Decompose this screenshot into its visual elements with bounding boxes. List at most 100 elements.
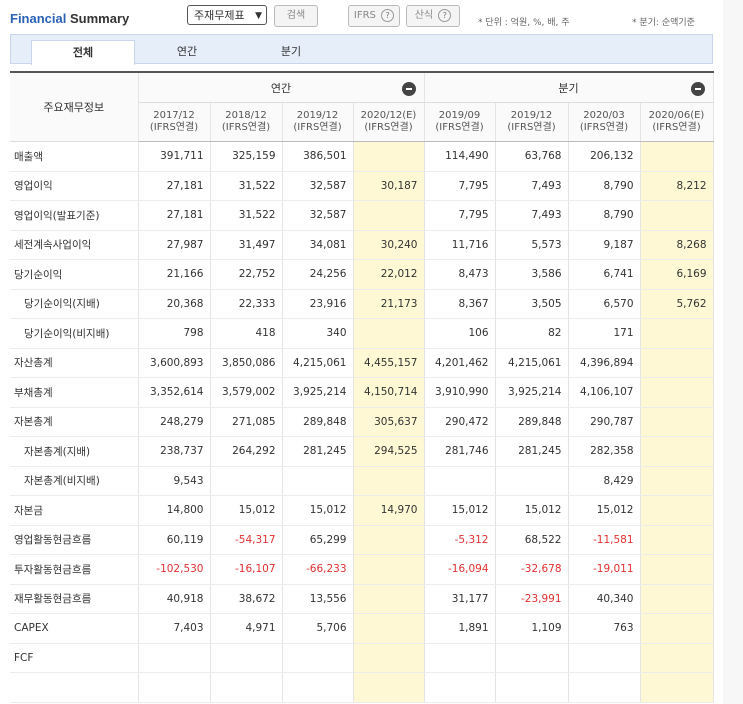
value-cell: 3,352,614 [138,377,211,408]
value-cell: 31,522 [210,171,283,201]
period-header-cell: 2020/03 (IFRS연결) [568,102,641,142]
value-cell [353,672,425,703]
value-cell: 8,429 [568,466,641,496]
value-cell: 7,795 [424,171,496,201]
value-cell: 206,132 [568,141,641,172]
value-cell: 4,201,462 [424,348,496,378]
value-cell: 15,012 [210,495,283,526]
value-cell: 325,159 [210,141,283,172]
statement-select-value: 주재무제표 [194,9,245,22]
table-row: 투자활동현금흐름 -102,530 -16,107 -66,233 -16,094 -32… [10,554,714,585]
table-row: 자본총계(지배) 238,737 264,292 281,245 294,525 281,… [10,436,714,467]
value-cell: -5,312 [424,525,496,555]
period-label: 2019/12 [510,110,553,121]
formula-help-button[interactable]: 산식 ? [406,5,460,27]
value-cell [640,495,714,526]
help-icon: ? [381,9,395,22]
row-label: 자본총계(지배) [10,436,139,467]
value-cell: 238,737 [138,436,211,467]
value-cell [495,643,569,673]
collapse-quarter-icon[interactable] [690,82,705,96]
row-label: 영업활동현금흐름 [10,525,139,555]
value-cell: 5,706 [282,613,354,644]
value-cell: 340 [282,318,354,349]
value-cell: 4,455,157 [353,348,425,378]
search-button[interactable]: 검색 [274,5,318,27]
value-cell: 15,012 [495,495,569,526]
period-label: 2020/06(E) [648,110,705,121]
value-cell: 5,762 [640,289,714,319]
value-cell: -102,530 [138,554,211,585]
value-cell: 6,570 [568,289,641,319]
value-cell: 264,292 [210,436,283,467]
value-cell: 114,490 [424,141,496,172]
value-cell [353,141,425,172]
table-row: 자본총계 248,279 271,085 289,848 305,637 290,472 2… [10,407,714,437]
period-label: 2020/12(E) [360,110,417,121]
value-cell: 248,279 [138,407,211,437]
value-cell: 281,245 [495,436,569,467]
table-row: 매출액 391,711 325,159 386,501 114,490 63,768 206… [10,141,714,172]
tab-quarter[interactable]: 분기 [239,40,343,65]
value-cell: 289,848 [495,407,569,437]
value-cell [640,613,714,644]
statement-select[interactable]: 주재무제표 ▼ [187,5,267,25]
table-row: 당기순이익(비지배) 798 418 340 106 82 171 [10,318,714,349]
basis-label: (IFRS연결) [435,122,484,133]
scrollbar-track[interactable] [723,0,743,704]
table-row: FCF [10,643,714,673]
value-cell: 27,181 [138,200,211,231]
collapse-annual-icon[interactable] [401,82,416,96]
value-cell: 8,367 [424,289,496,319]
value-cell [138,672,211,703]
row-label: 부채총계 [10,377,139,408]
value-cell: 22,012 [353,259,425,290]
row-label: 영업이익(발표기준) [10,200,139,231]
value-cell: 9,187 [568,230,641,260]
value-cell: 3,925,214 [282,377,354,408]
value-cell: 63,768 [495,141,569,172]
page-title: Financial Summary [10,11,129,26]
value-cell: 418 [210,318,283,349]
value-cell: 171 [568,318,641,349]
value-cell: 8,268 [640,230,714,260]
value-cell [640,436,714,467]
basis-label: (IFRS연결) [507,122,556,133]
value-cell: -54,317 [210,525,283,555]
value-cell: 8,212 [640,171,714,201]
value-cell [568,672,641,703]
tab-annual[interactable]: 연간 [135,40,239,65]
value-cell: 32,587 [282,200,354,231]
basis-label: (IFRS연결) [293,122,342,133]
quarter-group-label: 분기 [558,81,579,95]
value-cell: 15,012 [282,495,354,526]
value-cell [353,318,425,349]
value-cell: 15,012 [424,495,496,526]
formula-button-label: 산식 [414,10,434,21]
value-cell: 289,848 [282,407,354,437]
value-cell [640,466,714,496]
row-label: 자본총계(비지배) [10,466,139,496]
value-cell: -16,094 [424,554,496,585]
value-cell: 6,169 [640,259,714,290]
value-cell [640,377,714,408]
annual-group-header: 연간 [138,71,425,103]
table-row: 당기순이익 21,166 22,752 24,256 22,012 8,473 3,586 6… [10,259,714,290]
value-cell: 386,501 [282,141,354,172]
value-cell: 7,493 [495,200,569,231]
tab-all[interactable]: 전체 [31,40,135,65]
table-row: 당기순이익(지배) 20,368 22,333 23,916 21,173 8,367 3,… [10,289,714,319]
value-cell [138,643,211,673]
ifrs-help-button[interactable]: IFRS ? [348,5,400,27]
value-cell: 14,800 [138,495,211,526]
value-cell: 290,787 [568,407,641,437]
value-cell [424,643,496,673]
value-cell [353,613,425,644]
value-cell: -23,991 [495,584,569,614]
period-label: 2020/03 [583,110,625,121]
value-cell: 281,245 [282,436,354,467]
value-cell: 23,916 [282,289,354,319]
period-label: 2019/09 [438,110,481,121]
value-cell [640,141,714,172]
value-cell: 294,525 [353,436,425,467]
